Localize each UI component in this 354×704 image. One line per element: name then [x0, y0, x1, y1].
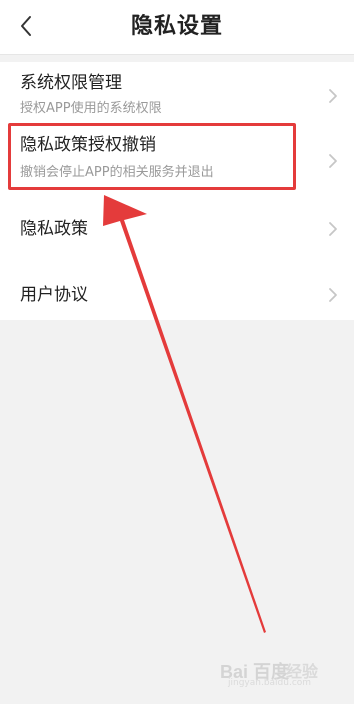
chevron-right-icon	[329, 222, 337, 236]
settings-list: 系统权限管理 授权APP使用的系统权限 隐私政策授权撤销 撤销会停止APP的相关…	[0, 62, 354, 320]
system-permission-management-item[interactable]: 系统权限管理 授权APP使用的系统权限	[0, 62, 354, 126]
privacy-policy-item[interactable]: 隐私政策	[0, 194, 354, 260]
watermark-url: jingyan.baidu.com	[228, 678, 312, 688]
chevron-right-icon	[329, 288, 337, 302]
page-title: 隐私设置	[130, 14, 223, 39]
item-subtitle: 撤销会停止APP的相关服务并退出	[20, 165, 214, 180]
privacy-policy-revoke-item[interactable]: 隐私政策授权撤销 撤销会停止APP的相关服务并退出	[0, 126, 354, 192]
watermark: Bai 百度 经验 jingyan.baidu.com	[220, 656, 340, 692]
item-title: 系统权限管理	[20, 73, 122, 93]
item-title: 用户协议	[20, 285, 88, 305]
chevron-right-icon	[329, 154, 337, 168]
top-bar: 隐私设置	[0, 0, 354, 54]
item-subtitle: 授权APP使用的系统权限	[20, 101, 162, 116]
chevron-right-icon	[329, 89, 337, 103]
user-agreement-item[interactable]: 用户协议	[0, 260, 354, 320]
item-title: 隐私政策	[20, 219, 88, 239]
item-title: 隐私政策授权撤销	[20, 135, 156, 155]
